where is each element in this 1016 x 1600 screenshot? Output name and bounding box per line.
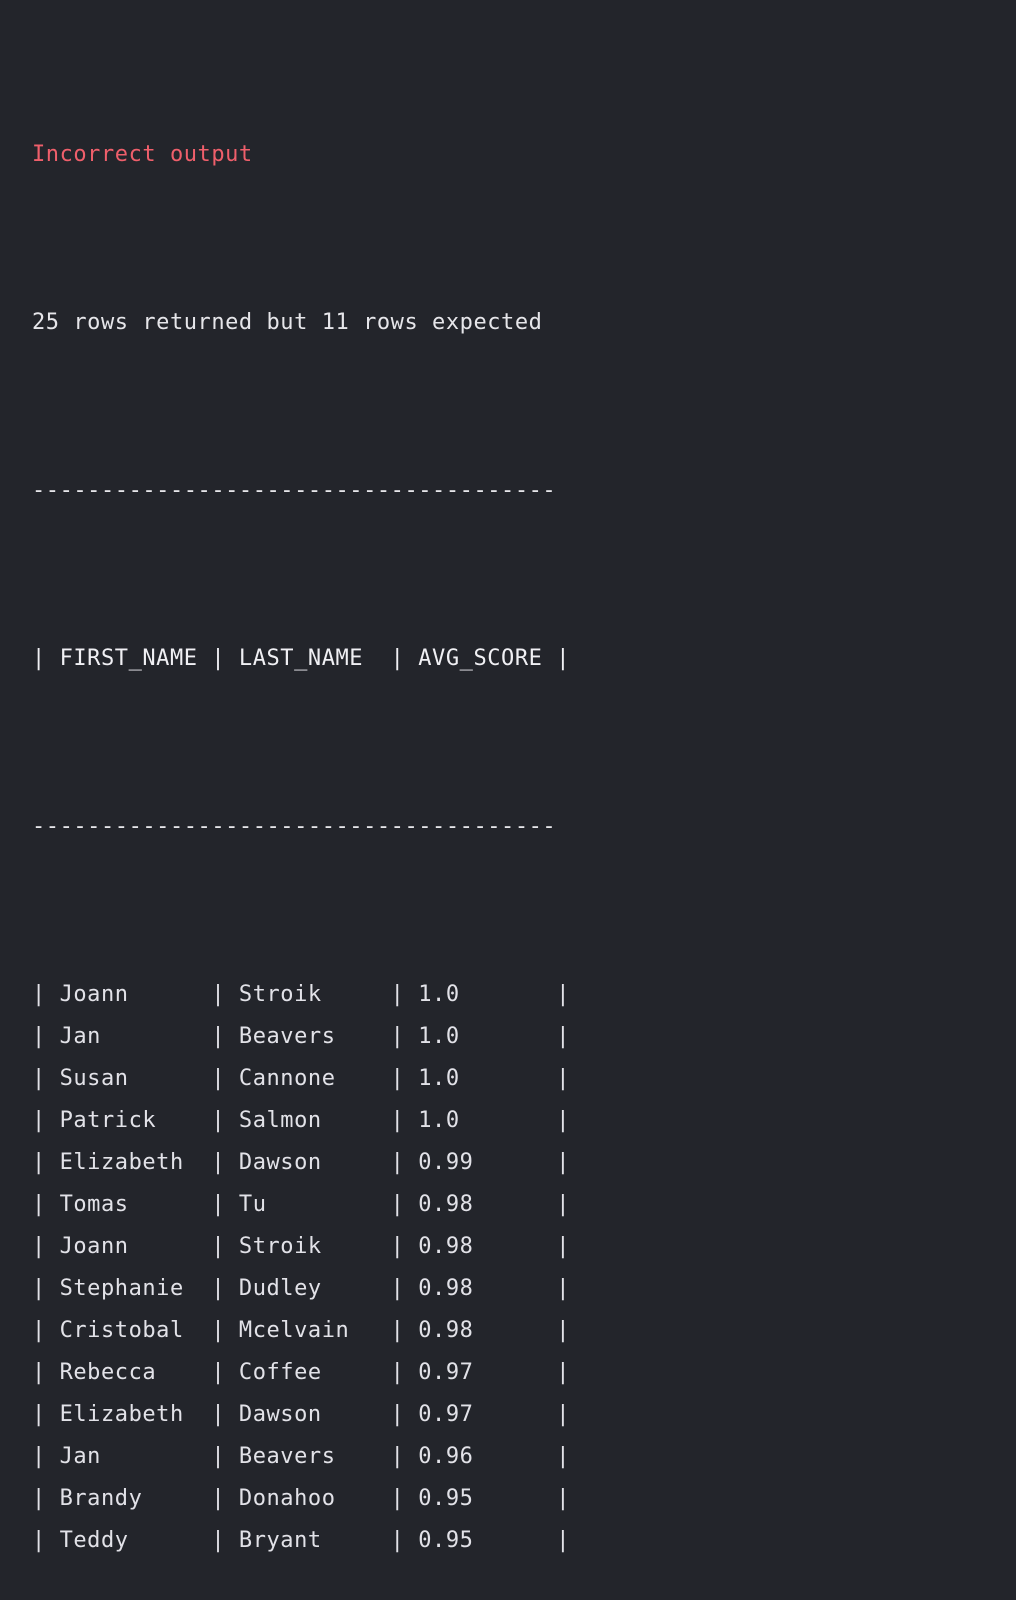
table-row: | Joann | Stroik | 0.98 | xyxy=(32,1234,571,1259)
row-count-detail: 25 rows returned but 11 rows expected xyxy=(32,310,543,335)
error-title: Incorrect output xyxy=(32,142,253,167)
table-separator-top: -------------------------------------- xyxy=(32,478,557,503)
table-row: | Jan | Beavers | 0.96 | xyxy=(32,1444,571,1469)
table-row: | Tomas | Tu | 0.98 | xyxy=(32,1192,571,1217)
table-separator-header: -------------------------------------- xyxy=(32,814,557,839)
table-row: | Patrick | Salmon | 1.0 | xyxy=(32,1108,571,1133)
table-row: | Jan | Beavers | 1.0 | xyxy=(32,1024,571,1049)
terminal-output-pane: Incorrect output 25 rows returned but 11… xyxy=(0,0,1016,1553)
table-row: | Elizabeth | Dawson | 0.97 | xyxy=(32,1402,571,1427)
table-body: | Joann | Stroik | 1.0 | | Jan | Beavers … xyxy=(32,974,1016,1562)
table-row: | Rebecca | Coffee | 0.97 | xyxy=(32,1360,571,1385)
table-row: | Joann | Stroik | 1.0 | xyxy=(32,982,571,1007)
table-row: | Stephanie | Dudley | 0.98 | xyxy=(32,1276,571,1301)
table-row: | Cristobal | Mcelvain | 0.98 | xyxy=(32,1318,571,1343)
table-row: | Elizabeth | Dawson | 0.99 | xyxy=(32,1150,571,1175)
table-row: | Susan | Cannone | 1.0 | xyxy=(32,1066,571,1091)
table-row: | Brandy | Donahoo | 0.95 | xyxy=(32,1486,571,1511)
table-header-row: | FIRST_NAME | LAST_NAME | AVG_SCORE | xyxy=(32,646,571,671)
table-row: | Teddy | Bryant | 0.95 | xyxy=(32,1528,571,1553)
